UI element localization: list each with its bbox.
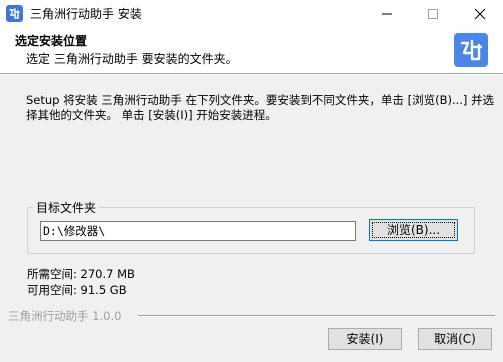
app-icon	[6, 5, 23, 22]
header-divider	[0, 73, 503, 75]
page-header: 选定安装位置 选定 三角洲行动助手 要安装的文件夹。	[0, 27, 503, 73]
cancel-button[interactable]: 取消(C)	[418, 328, 492, 350]
space-available: 可用空间: 91.5 GB	[27, 283, 127, 297]
space-required: 所需空间: 270.7 MB	[27, 267, 135, 281]
page-title: 选定安装位置	[15, 34, 88, 48]
page-subtitle: 选定 三角洲行动助手 要安装的文件夹。	[26, 52, 238, 66]
close-icon	[474, 8, 486, 20]
browse-button[interactable]: 浏览(B)...	[369, 219, 458, 241]
destination-group-label: 目标文件夹	[33, 199, 100, 216]
window-title: 三角洲行动助手 安装	[30, 7, 142, 21]
footer-brand: 三角洲行动助手 1.0.0	[8, 309, 122, 323]
installer-window: 三角洲行动助手 安装 选定安装位置 选定 三角洲行动助手 要安装的文件夹。 Se…	[0, 0, 503, 362]
maximize-icon	[428, 9, 438, 19]
close-button[interactable]	[457, 0, 503, 27]
minimize-icon	[382, 13, 392, 15]
title-bar[interactable]: 三角洲行动助手 安装	[0, 0, 503, 27]
minimize-button[interactable]	[364, 0, 410, 27]
install-button[interactable]: 安装(I)	[328, 328, 402, 350]
app-logo-icon	[454, 33, 488, 67]
maximize-button[interactable]	[410, 0, 456, 27]
destination-path-input[interactable]: D:\修改器\	[40, 221, 356, 241]
instructions-text: Setup 将安装 三角洲行动助手 在下列文件夹。要安装到不同文件夹，单击 [浏…	[26, 93, 495, 122]
footer-divider	[138, 315, 495, 317]
focus-rect	[372, 222, 455, 238]
